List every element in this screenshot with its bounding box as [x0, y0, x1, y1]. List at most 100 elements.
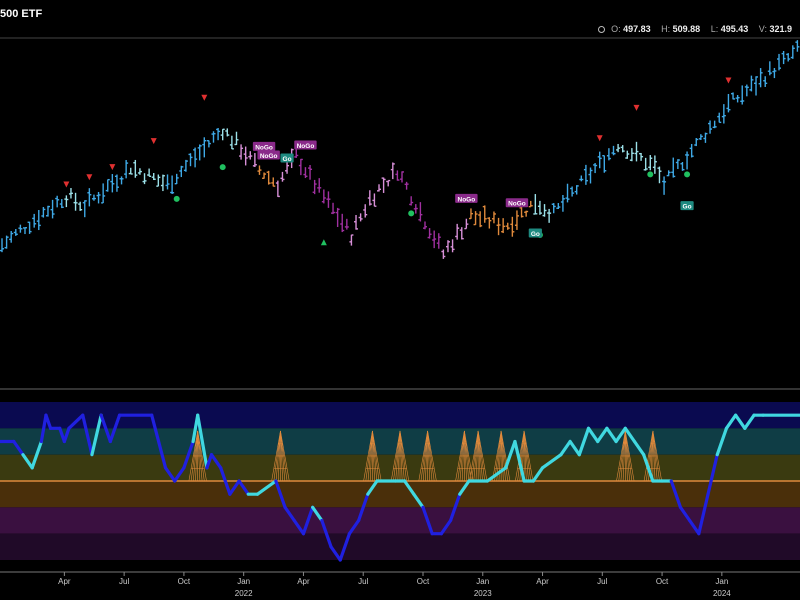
- price-bar: [597, 151, 602, 169]
- price-bar: [239, 144, 244, 160]
- price-bar: [698, 134, 703, 141]
- price-bar: [560, 195, 565, 212]
- price-bar: [179, 165, 184, 178]
- price-bar: [478, 211, 483, 228]
- price-bar: [248, 151, 253, 160]
- price-bar: [303, 167, 308, 179]
- price-bar: [340, 213, 345, 233]
- price-bar: [547, 208, 552, 223]
- price-bar: [726, 93, 731, 113]
- price-bar: [579, 175, 584, 182]
- down-triangle-marker: [109, 164, 116, 171]
- label-text: Go: [683, 204, 692, 211]
- label-text: NoGo: [297, 143, 315, 150]
- price-bar: [321, 189, 326, 204]
- price-bar: [275, 180, 280, 198]
- price-bar: [96, 191, 101, 204]
- dot-marker: [219, 164, 226, 171]
- dot-marker: [647, 171, 654, 178]
- x-axis-month-label: Jul: [597, 577, 607, 586]
- price-bar: [611, 145, 616, 156]
- nogo-label: NoGo: [294, 140, 317, 150]
- price-bar: [59, 199, 64, 209]
- price-bar: [354, 215, 359, 230]
- price-bar: [165, 174, 170, 190]
- price-bar: [533, 194, 538, 215]
- price-bar: [202, 137, 207, 158]
- dot-marker: [684, 171, 691, 178]
- down-triangle-marker: [596, 135, 603, 142]
- price-bar: [377, 184, 382, 192]
- price-bar: [312, 179, 317, 195]
- price-bar: [491, 211, 496, 224]
- price-bar: [556, 203, 561, 210]
- price-bar: [220, 128, 225, 141]
- price-bar: [422, 221, 427, 230]
- price-bar: [432, 230, 437, 249]
- price-bar: [441, 249, 446, 259]
- x-axis-month-label: Jul: [119, 577, 129, 586]
- price-bar: [344, 218, 349, 230]
- price-bar: [308, 165, 313, 180]
- price-bar: [124, 159, 129, 179]
- go-label: Go: [280, 153, 294, 163]
- price-bar: [234, 131, 239, 146]
- price-bar: [754, 76, 759, 96]
- price-bar: [390, 162, 395, 180]
- label-text: Go: [531, 231, 540, 238]
- down-triangle-marker: [63, 181, 70, 188]
- price-bar: [634, 141, 639, 162]
- price-bar: [55, 195, 60, 208]
- price-bar: [133, 159, 138, 178]
- price-bar: [400, 171, 404, 183]
- price-bar: [280, 171, 285, 182]
- x-axis-month-label: Apr: [297, 577, 310, 586]
- price-bar: [620, 145, 625, 153]
- price-bar: [625, 150, 630, 159]
- x-axis-month-label: Oct: [417, 577, 430, 586]
- price-bar: [87, 188, 92, 207]
- price-bar: [685, 151, 690, 170]
- up-triangle-marker: [320, 239, 327, 246]
- price-bar: [436, 233, 441, 249]
- price-bar: [68, 188, 73, 199]
- price-panel: NoGo NoGo Go NoGo NoGo NoGo Go Go: [0, 40, 800, 259]
- price-bar: [652, 155, 657, 174]
- price-bar: [574, 185, 579, 195]
- x-axis-month-label: Apr: [58, 577, 71, 586]
- x-axis-month-label: Apr: [536, 577, 549, 586]
- price-bar: [731, 92, 736, 100]
- price-bar: [18, 224, 23, 233]
- price-bar: [666, 170, 671, 177]
- price-bar: [82, 200, 87, 218]
- price-bar: [413, 204, 418, 214]
- price-bar: [128, 167, 133, 175]
- label-text: Go: [283, 156, 292, 163]
- price-bar: [767, 61, 772, 76]
- price-bar: [455, 223, 460, 240]
- price-bar: [781, 51, 786, 65]
- price-bar: [505, 222, 510, 230]
- price-and-oscillator-chart: NoGoNoGo GoNoGoNoGoNoGoGoGo Apr Jul Oct Jan A…: [0, 37, 800, 598]
- price-bar: [694, 137, 699, 147]
- x-axis-year-label: 2024: [713, 589, 731, 598]
- price-bar: [27, 221, 32, 234]
- x-axis-year-label: 2022: [235, 589, 253, 598]
- price-bar: [524, 210, 529, 217]
- price-bar: [395, 170, 400, 181]
- price-bar: [786, 53, 791, 62]
- x-axis-month-label: Jan: [237, 577, 250, 586]
- label-text: NoGo: [260, 153, 278, 160]
- price-bar: [708, 120, 713, 134]
- price-bar: [565, 183, 570, 203]
- price-bar: [326, 191, 331, 208]
- price-bar: [409, 196, 414, 206]
- price-bar: [0, 238, 4, 253]
- price-bar: [464, 218, 469, 230]
- price-bar: [45, 205, 50, 217]
- price-bar: [331, 202, 336, 215]
- price-bar: [73, 192, 78, 211]
- price-bar: [482, 205, 487, 223]
- down-triangle-marker: [150, 138, 157, 145]
- price-bar: [459, 227, 464, 240]
